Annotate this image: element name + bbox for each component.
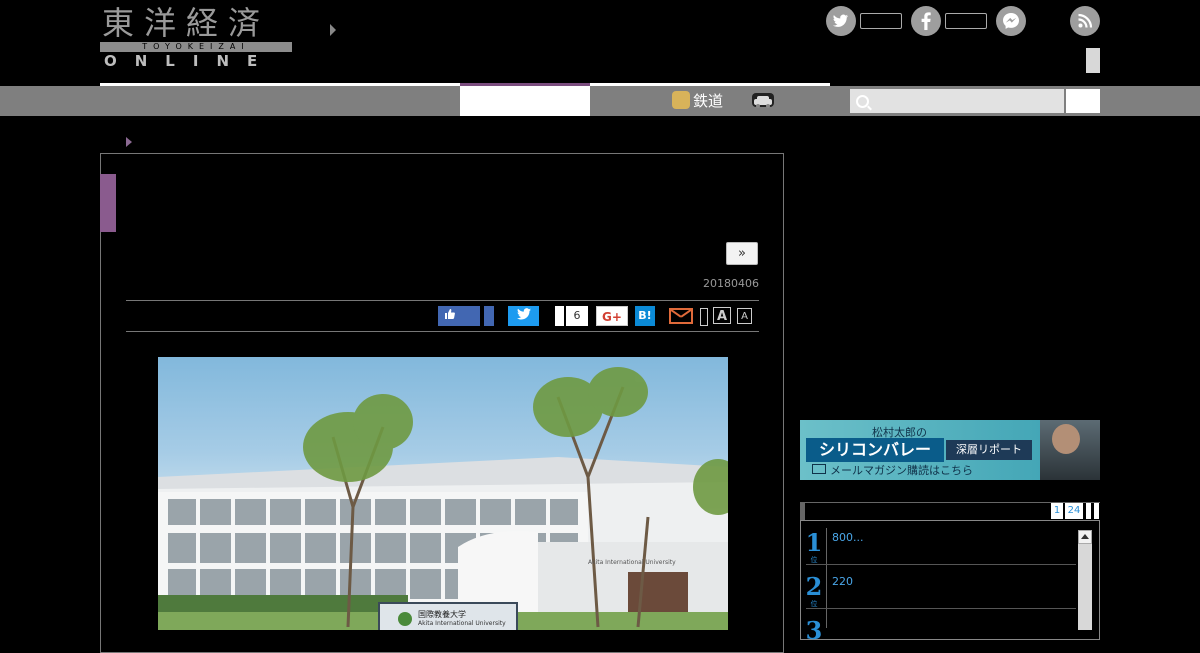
hatena-bookmark-button[interactable]: B!: [635, 306, 655, 326]
search-icon: [856, 95, 869, 108]
font-size-large-button[interactable]: A: [713, 307, 731, 324]
banner-mag-link[interactable]: メールマガジン購読はこちら: [830, 462, 973, 478]
article-date: 20180406: [703, 277, 759, 290]
divider: [126, 300, 759, 301]
chevron-right-icon[interactable]: [330, 24, 336, 36]
ranking-number-1: 1: [805, 528, 823, 557]
ranking-page-prev[interactable]: [1086, 503, 1091, 519]
divider: [806, 608, 1076, 609]
twitter-icon[interactable]: [826, 6, 856, 36]
ranking-number-2: 2: [805, 572, 823, 601]
search-input[interactable]: [850, 89, 1064, 113]
ranking-item-1[interactable]: 800...: [832, 531, 864, 544]
ranking-page-24[interactable]: 24: [1065, 503, 1083, 519]
thumbs-up-icon: [445, 309, 455, 319]
nav-item-rail-label: 鉄道: [693, 92, 724, 110]
search-button[interactable]: [1066, 89, 1100, 113]
train-icon: [672, 91, 690, 109]
rss-icon[interactable]: [1070, 6, 1100, 36]
divider: [806, 564, 1076, 565]
ranking-page-next[interactable]: [1094, 503, 1099, 519]
nav-item-rail[interactable]: 鉄道: [672, 88, 723, 114]
mail-icon[interactable]: [669, 308, 693, 324]
banner-portrait-head: [1052, 424, 1080, 454]
messenger-icon[interactable]: [996, 6, 1026, 36]
ranking-item-2[interactable]: 220: [832, 575, 853, 588]
facebook-like-button[interactable]: [438, 306, 480, 326]
font-size-small-button[interactable]: A: [737, 308, 752, 324]
facebook-share-button[interactable]: [484, 306, 494, 326]
share-count-arrow: [555, 306, 564, 326]
banner-title: シリコンバレー: [806, 438, 944, 462]
print-button[interactable]: [700, 308, 708, 326]
facebook-count-box: [945, 13, 987, 29]
photo-sign-en: Akita International University: [418, 620, 506, 627]
twitter-icon: [516, 308, 531, 320]
logo-romaji: TOYOKEIZAI: [142, 42, 250, 51]
scroll-up-icon[interactable]: [1078, 530, 1092, 544]
google-plus-button[interactable]: G+: [596, 306, 628, 326]
logo-online: ONLINE: [104, 52, 276, 70]
article-photo: 国際教養大学 Akita International University Ak…: [158, 357, 728, 630]
share-count: 6: [566, 306, 588, 326]
logo-kanji[interactable]: 東洋経済: [102, 6, 270, 40]
ranking-tab[interactable]: [800, 502, 805, 520]
nav-tab-active[interactable]: [460, 86, 590, 116]
car-icon[interactable]: [752, 93, 774, 108]
next-page-button[interactable]: »: [726, 242, 758, 265]
ranking-page-1[interactable]: 1: [1051, 503, 1063, 519]
twitter-count-box: [860, 13, 902, 29]
ranking-number-3: 3: [805, 616, 823, 645]
tweet-button[interactable]: [508, 306, 539, 326]
menu-button[interactable]: [1086, 48, 1100, 73]
breadcrumb-arrow-icon: [126, 137, 132, 147]
photo-sign-jp: 国際教養大学: [418, 610, 466, 619]
facebook-icon[interactable]: [911, 6, 941, 36]
article-title-accent: [100, 174, 116, 232]
divider: [126, 331, 759, 332]
mail-icon: [812, 464, 826, 474]
photo-building-text: Akita International University: [588, 559, 676, 566]
ranking-scrollbar[interactable]: [1078, 530, 1092, 630]
banner-deep-report: 深層リポート: [946, 440, 1032, 460]
